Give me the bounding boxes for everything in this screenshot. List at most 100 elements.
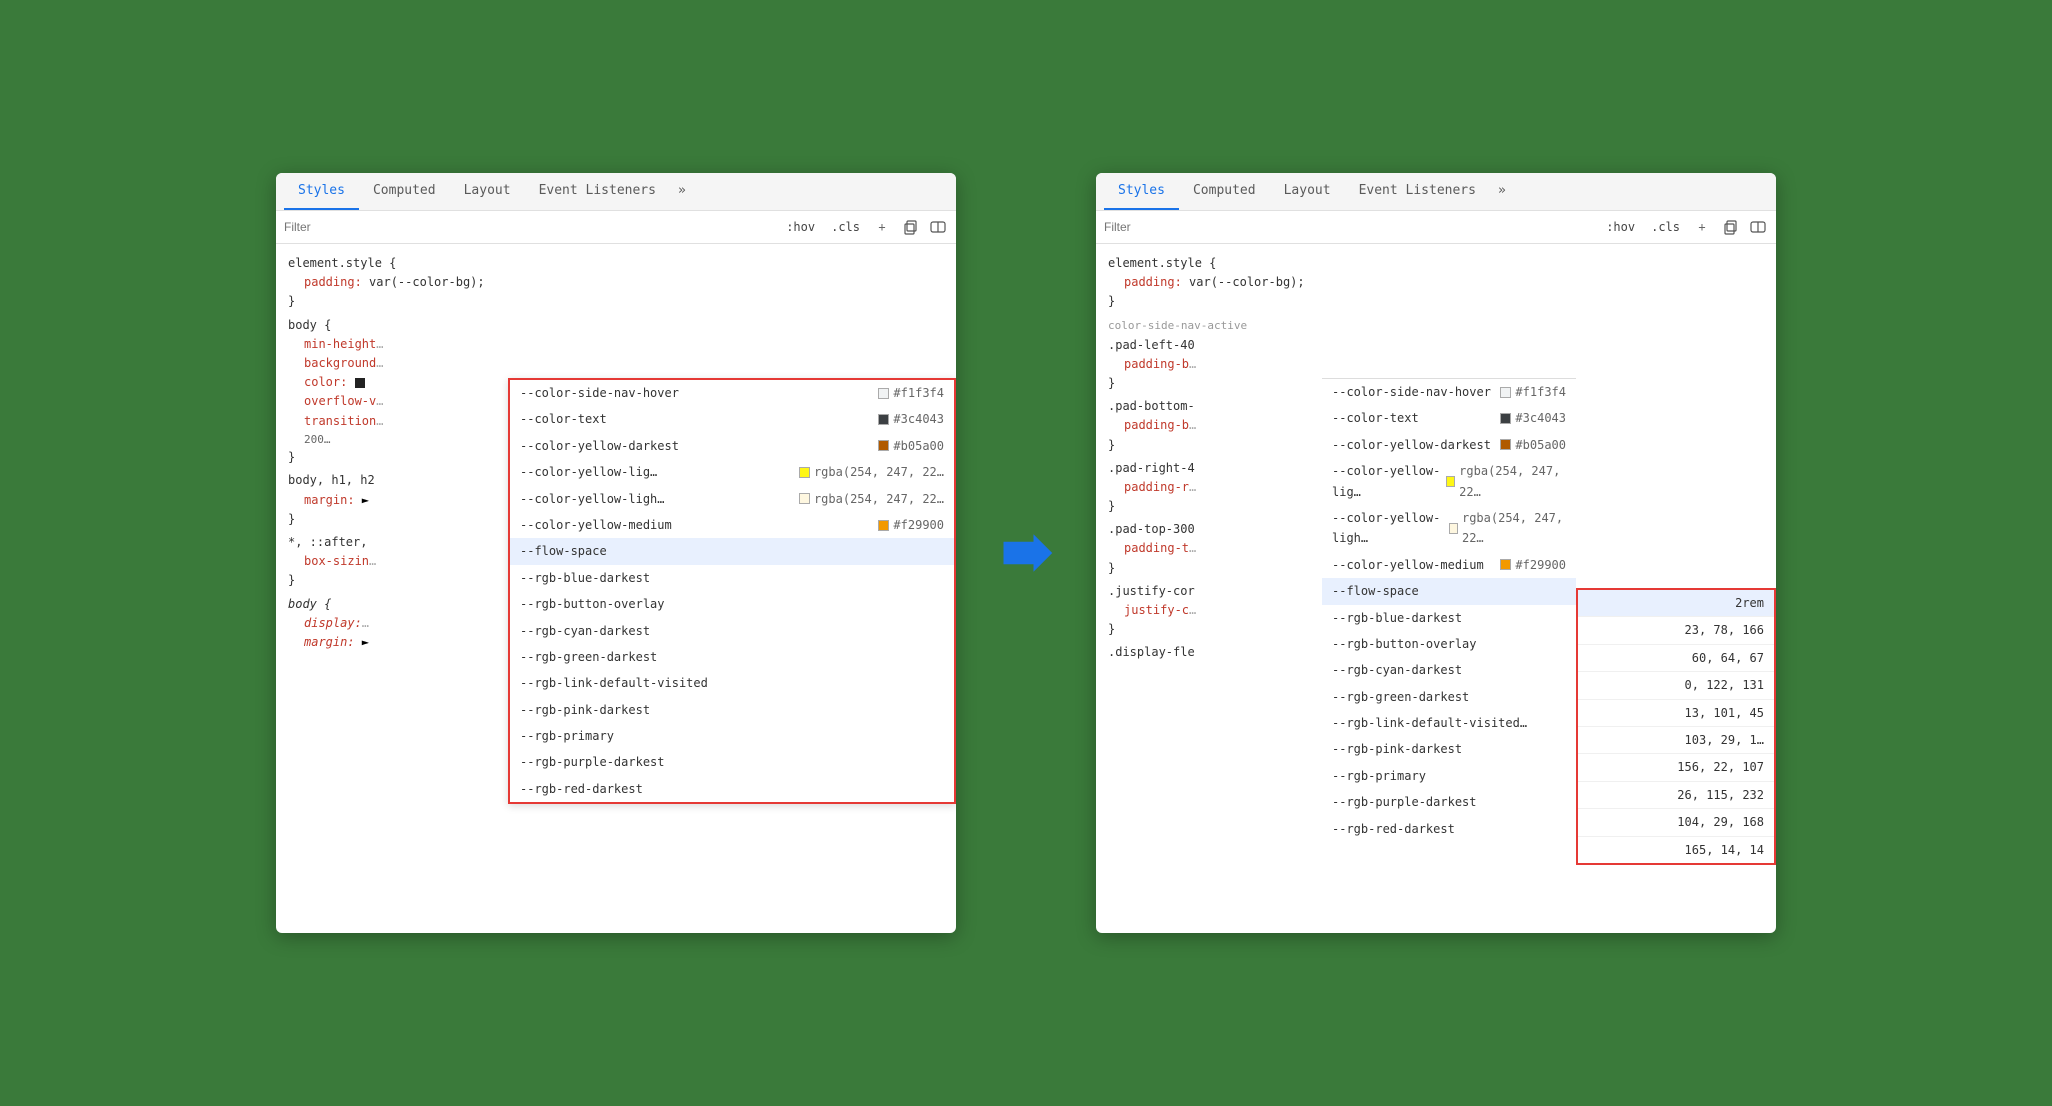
left-dropdown-item-color-text[interactable]: --color-text #3c4043 [510, 406, 954, 432]
right-cv-val-rgb-green: 13, 101, 45 [1685, 703, 1764, 723]
right-rule-partial-top: color-side-nav-active [1096, 314, 1776, 334]
right-dd-rgb-button[interactable]: --rgb-button-overlay [1322, 631, 1576, 657]
right-panel: Styles Computed Layout Event Listeners »… [1096, 173, 1776, 933]
left-dropdown-item-rgb-button[interactable]: --rgb-button-overlay [510, 591, 954, 617]
left-dropdown-item-yellow-lig[interactable]: --color-yellow-lig… rgba(254, 247, 22… [510, 459, 954, 485]
right-dd-rgb-purple[interactable]: --rgb-purple-darkest [1322, 789, 1576, 815]
right-tab-layout[interactable]: Layout [1270, 173, 1345, 210]
left-tab-computed[interactable]: Computed [359, 173, 450, 210]
right-dd-yellow-ligh[interactable]: --color-yellow-ligh… rgba(254, 247, 22… [1322, 505, 1576, 552]
left-tabs-bar: Styles Computed Layout Event Listeners » [276, 173, 956, 211]
swatch-yellow-medium [878, 520, 889, 531]
right-dd-label-rgb-red: --rgb-red-darkest [1332, 819, 1455, 839]
left-tab-styles[interactable]: Styles [284, 173, 359, 210]
left-prop-overflow: overflow-v [304, 394, 376, 408]
right-copy-icon[interactable] [1720, 217, 1740, 237]
right-filter-input[interactable] [1104, 220, 1596, 234]
right-dd-label-rgb-green: --rgb-green-darkest [1332, 687, 1469, 707]
right-swatch-color-text [1500, 413, 1511, 424]
left-dropdown-item-yellow-ligh[interactable]: --color-yellow-ligh… rgba(254, 247, 22… [510, 486, 954, 512]
right-prop-pad-top-t: padding-t [1124, 541, 1189, 555]
right-dd-yellow-lig[interactable]: --color-yellow-lig… rgba(254, 247, 22… [1322, 458, 1576, 505]
right-prop-pad-right-r: padding-r [1124, 480, 1189, 494]
right-dd-label-yellow-lig: --color-yellow-lig… [1332, 461, 1446, 502]
left-filter-bar: :hov .cls + [276, 211, 956, 244]
right-dd-label-yellow-medium: --color-yellow-medium [1332, 555, 1484, 575]
right-tabs-bar: Styles Computed Layout Event Listeners » [1096, 173, 1776, 211]
right-dd-label-yellow-darkest: --color-yellow-darkest [1332, 435, 1491, 455]
right-dd-rgb-red[interactable]: --rgb-red-darkest [1322, 816, 1576, 842]
right-dd-yellow-medium[interactable]: --color-yellow-medium #f29900 [1322, 552, 1576, 578]
left-dropdown-item-rgb-purple[interactable]: --rgb-purple-darkest [510, 749, 954, 775]
right-cv-val-2rem: 2rem [1735, 593, 1764, 613]
right-dd-color-text[interactable]: --color-text #3c4043 [1322, 405, 1576, 431]
right-dd-rgb-cyan[interactable]: --rgb-cyan-darkest [1322, 657, 1576, 683]
left-prop-background: background [304, 356, 376, 370]
left-dropdown-item-rgb-pink[interactable]: --rgb-pink-darkest [510, 697, 954, 723]
right-dd-rgb-green[interactable]: --rgb-green-darkest [1322, 684, 1576, 710]
swatch-color-text [878, 414, 889, 425]
swatch-side-nav-hover [878, 388, 889, 399]
swatch-yellow-darkest [878, 440, 889, 451]
right-cv-val-rgb-blue: 23, 78, 166 [1685, 620, 1764, 640]
right-hov-button[interactable]: :hov [1602, 218, 1639, 236]
swatch-yellow-lig [799, 467, 810, 478]
right-computed-values-box: 2rem 23, 78, 166 60, 64, 67 0, 122, 131 … [1576, 588, 1776, 865]
left-tab-more[interactable]: » [670, 173, 694, 210]
left-panel: Styles Computed Layout Event Listeners »… [276, 173, 956, 933]
right-dd-yellow-darkest[interactable]: --color-yellow-darkest #b05a00 [1322, 432, 1576, 458]
right-dd-flow-space[interactable]: --flow-space [1322, 578, 1576, 604]
left-dropdown-item-color-side-nav-hover[interactable]: --color-side-nav-hover #f1f3f4 [510, 380, 954, 406]
right-cv-val-rgb-purple: 104, 29, 168 [1677, 812, 1764, 832]
left-prop-padding: padding: [304, 275, 362, 289]
left-dropdown-item-rgb-green[interactable]: --rgb-green-darkest [510, 644, 954, 670]
left-copy-icon[interactable] [900, 217, 920, 237]
right-add-icon[interactable]: + [1692, 217, 1712, 237]
right-cv-rgb-pink-val: 156, 22, 107 [1578, 754, 1774, 781]
right-dd-label-rgb-cyan: --rgb-cyan-darkest [1332, 660, 1462, 680]
right-cv-rgb-button-val: 60, 64, 67 [1578, 645, 1774, 672]
right-tab-styles[interactable]: Styles [1104, 173, 1179, 210]
left-tab-event-listeners[interactable]: Event Listeners [525, 173, 670, 210]
right-dd-label-side-nav-hover: --color-side-nav-hover [1332, 382, 1491, 402]
right-toggle-icon[interactable] [1748, 217, 1768, 237]
left-dropdown-item-yellow-medium[interactable]: --color-yellow-medium #f29900 [510, 512, 954, 538]
right-dd-label-rgb-link: --rgb-link-default-visited… [1332, 713, 1527, 733]
right-dd-rgb-primary[interactable]: --rgb-primary [1322, 763, 1576, 789]
left-add-icon[interactable]: + [872, 217, 892, 237]
right-cv-rgb-purple-val: 104, 29, 168 [1578, 809, 1774, 836]
right-prop-pad-bottom-b: padding-b [1124, 418, 1189, 432]
right-dd-rgb-pink[interactable]: --rgb-pink-darkest [1322, 736, 1576, 762]
right-cv-rgb-green-val: 13, 101, 45 [1578, 700, 1774, 727]
right-dd-color-side-nav-hover[interactable]: --color-side-nav-hover #f1f3f4 [1322, 379, 1576, 405]
right-dd-label-rgb-purple: --rgb-purple-darkest [1332, 792, 1477, 812]
left-filter-input[interactable] [284, 220, 776, 234]
left-dropdown-item-rgb-cyan[interactable]: --rgb-cyan-darkest [510, 618, 954, 644]
right-cv-val-rgb-red: 165, 14, 14 [1685, 840, 1764, 860]
right-cv-rgb-link-val: 103, 29, 1… [1578, 727, 1774, 754]
left-dropdown-item-rgb-primary[interactable]: --rgb-primary [510, 723, 954, 749]
right-cls-button[interactable]: .cls [1647, 218, 1684, 236]
left-tab-layout[interactable]: Layout [450, 173, 525, 210]
left-dropdown-item-rgb-blue[interactable]: --rgb-blue-darkest [510, 565, 954, 591]
right-cv-rgb-blue-val: 23, 78, 166 [1578, 617, 1774, 644]
right-partial-top-text: color-side-nav-active [1108, 319, 1247, 332]
right-swatch-side-nav-hover [1500, 387, 1511, 398]
left-hov-button[interactable]: :hov [782, 218, 819, 236]
left-dropdown-item-rgb-link[interactable]: --rgb-link-default-visited [510, 670, 954, 696]
left-dropdown-item-rgb-red[interactable]: --rgb-red-darkest [510, 776, 954, 802]
right-cv-2rem: 2rem [1578, 590, 1774, 617]
right-dd-label-rgb-pink: --rgb-pink-darkest [1332, 739, 1462, 759]
right-tab-computed[interactable]: Computed [1179, 173, 1270, 210]
right-cv-rgb-red-val: 165, 14, 14 [1578, 837, 1774, 863]
left-prop-margin-body: margin: [304, 493, 355, 507]
left-dropdown-item-yellow-darkest[interactable]: --color-yellow-darkest #b05a00 [510, 433, 954, 459]
right-tab-event-listeners[interactable]: Event Listeners [1345, 173, 1490, 210]
left-toggle-icon[interactable] [928, 217, 948, 237]
left-rule-element-style: element.style { padding: var(--color-bg)… [276, 252, 956, 314]
right-dd-rgb-link[interactable]: --rgb-link-default-visited… [1322, 710, 1576, 736]
left-dropdown-item-flow-space[interactable]: --flow-space [510, 538, 954, 564]
left-cls-button[interactable]: .cls [827, 218, 864, 236]
right-dd-rgb-blue[interactable]: --rgb-blue-darkest [1322, 605, 1576, 631]
right-tab-more[interactable]: » [1490, 173, 1514, 210]
